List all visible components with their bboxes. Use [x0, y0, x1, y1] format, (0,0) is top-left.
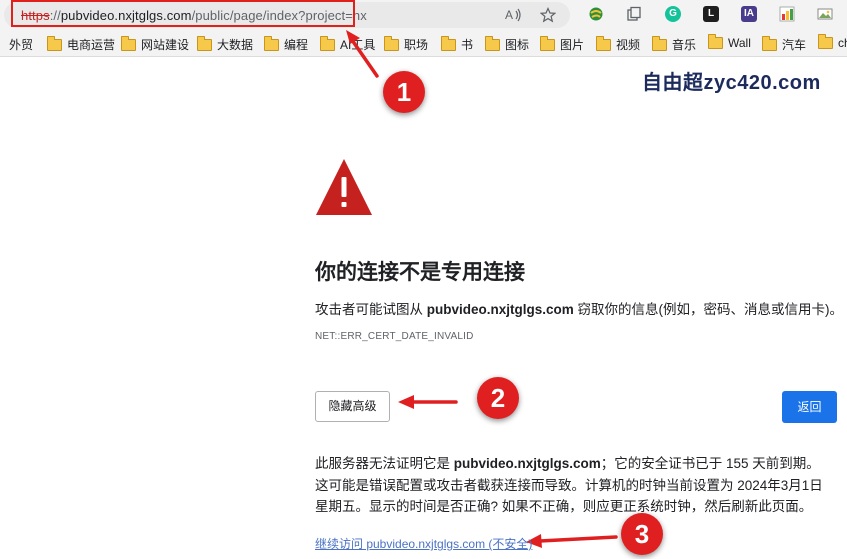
annotation-badge-1: 1 [383, 71, 425, 113]
error-description: 攻击者可能试图从 pubvideo.nxjtglgs.com 窃取你的信息(例如… [315, 298, 843, 318]
annotation-badge-2: 2 [477, 377, 519, 419]
error-code[interactable]: NET::ERR_CERT_DATE_INVALID [315, 331, 474, 342]
description-host: pubvideo.nxjtglgs.com [426, 302, 574, 317]
page-title: 你的连接不是专用连接 [315, 261, 525, 284]
description-text-end: 窃取你的信息(例如，密码、消息或信用卡)。 [573, 302, 844, 317]
advanced-details: 此服务器无法证明它是 pubvideo.nxjtglgs.com；它的安全证书已… [315, 453, 830, 518]
annotation-badge-3: 3 [621, 513, 663, 555]
back-button[interactable]: 返回 [782, 391, 837, 423]
description-text: 攻击者可能试图从 [315, 302, 427, 317]
arrow-3-icon [526, 534, 618, 548]
arrow-2-icon [398, 395, 458, 409]
proceed-unsafe-link[interactable]: 继续访问 pubvideo.nxjtglgs.com (不安全) [315, 535, 532, 552]
arrow-1-icon [346, 30, 379, 78]
details-text: 此服务器无法证明它是 [315, 456, 454, 471]
hide-advanced-button[interactable]: 隐藏高级 [315, 391, 390, 422]
details-host: pubvideo.nxjtglgs.com [453, 456, 601, 471]
warning-triangle-icon [314, 157, 374, 222]
